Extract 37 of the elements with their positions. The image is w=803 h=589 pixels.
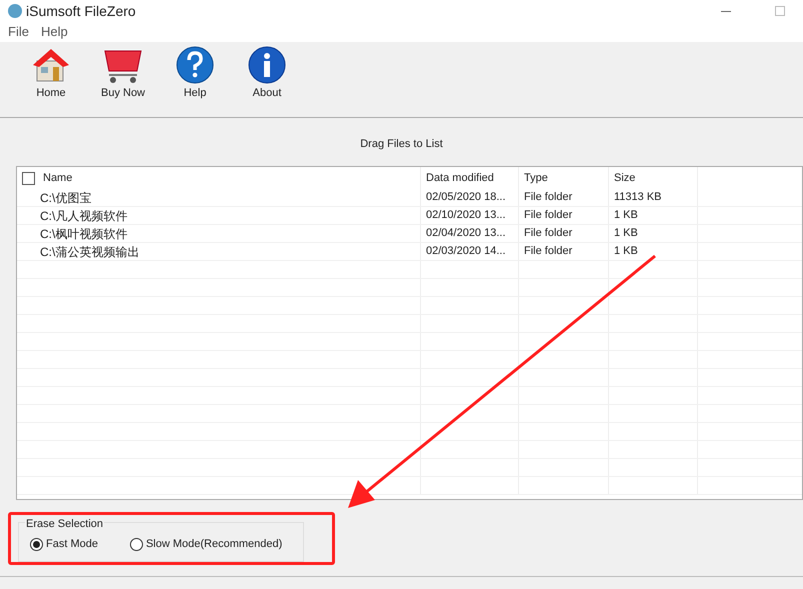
drop-hint: Drag Files to List [360, 137, 443, 152]
minimize-icon[interactable] [721, 10, 731, 12]
window-title: iSumsoft FileZero [26, 2, 136, 20]
toolbar-button[interactable]: Home [22, 44, 80, 101]
column-header[interactable]: Type [524, 170, 548, 186]
toolbar-button[interactable]: Help [166, 44, 224, 101]
question-mark-icon [175, 44, 215, 84]
column-header[interactable]: Name [43, 170, 72, 186]
column-header[interactable]: Data modified [426, 170, 494, 186]
table-cell-text: File folder [524, 226, 572, 242]
table-cell-text: 11313 KB [614, 190, 662, 206]
table-cell-text: File folder [524, 244, 572, 260]
table-cell-text: C:\凡人视频软件 [40, 208, 128, 224]
info-icon [247, 44, 287, 84]
toolbar-button[interactable]: About [238, 44, 296, 101]
table-cell-text: C:\蒲公英视频输出 [40, 244, 140, 260]
table-cell-text: 02/04/2020 13... [426, 226, 506, 242]
toolbar-button[interactable]: Buy Now [94, 44, 152, 101]
table-cell-text: 1 KB [614, 208, 638, 224]
table-cell-text: File folder [524, 208, 572, 224]
app-icon [8, 4, 22, 18]
checkbox[interactable] [22, 172, 35, 184]
column-header[interactable]: Size [614, 170, 636, 186]
radio-label[interactable]: Slow Mode(Recommended) [146, 536, 282, 552]
menu-item[interactable]: File [8, 22, 29, 42]
table-cell-text: 1 KB [614, 244, 638, 260]
table-cell-text: 02/10/2020 13... [426, 208, 506, 224]
table-cell-text: 02/05/2020 18... [426, 190, 506, 206]
radio-button[interactable] [130, 538, 143, 551]
table-cell-text: File folder [524, 190, 572, 206]
radio-label[interactable]: Fast Mode [46, 536, 98, 552]
table-cell-text: 02/03/2020 14... [426, 244, 506, 260]
radio-button[interactable] [30, 538, 43, 551]
table-cell-text: C:\枫叶视频软件 [40, 226, 128, 242]
table-cell-text: C:\优图宝 [40, 190, 92, 206]
menu-item[interactable]: Help [40, 22, 68, 42]
table-cell-text: 1 KB [614, 226, 638, 242]
